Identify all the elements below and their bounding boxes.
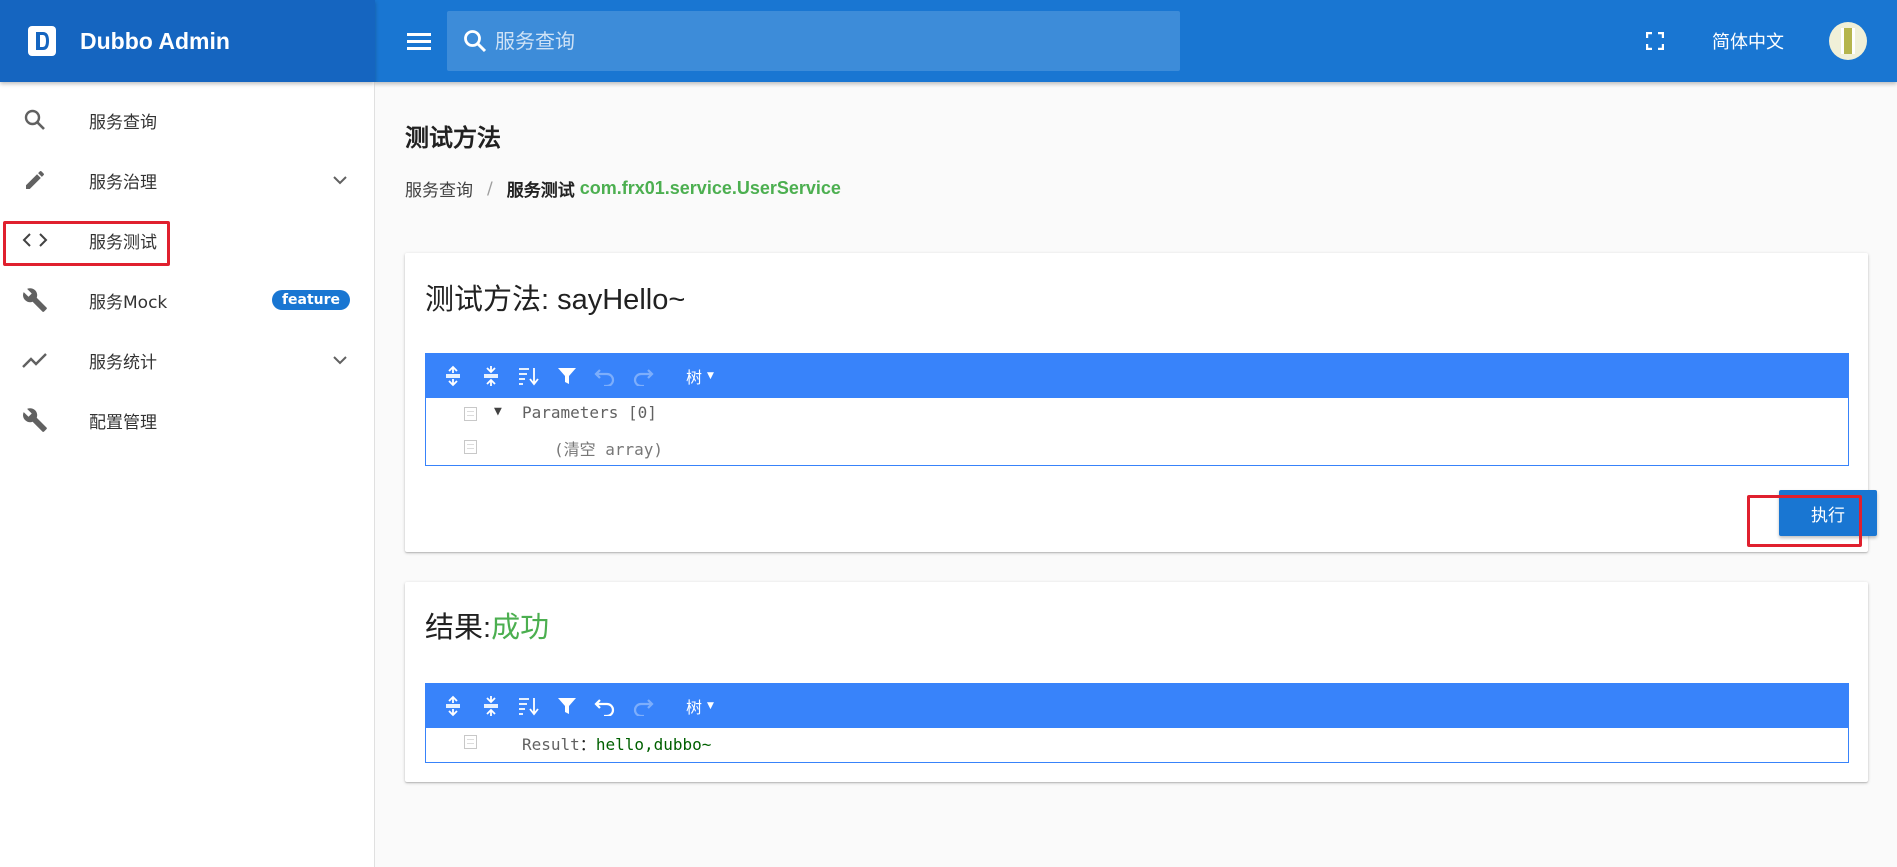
search-icon [464,30,487,53]
top-bar: Dubbo Admin 简体中文 [0,0,1897,82]
menu-toggle-button[interactable] [393,15,445,67]
sort-button[interactable] [510,358,548,394]
wrench-icon [22,287,48,313]
test-method-card: 测试方法: sayHello~ 树 ▼ ▼ Parameters [0] (清空… [405,253,1877,552]
collapse-all-icon [484,366,498,386]
filter-button[interactable] [548,358,586,394]
undo-button[interactable] [586,688,624,724]
search-box[interactable] [447,11,1180,71]
fullscreen-icon [1646,32,1664,50]
breadcrumb-separator: / [487,178,493,199]
search-icon [22,107,48,133]
expand-all-button[interactable] [434,688,472,724]
tree-field-parameters: Parameters [0] [522,403,657,422]
sidebar-item-label: 服务查询 [89,112,157,133]
brand-title: Dubbo Admin [80,27,230,54]
redo-icon [633,699,654,716]
execute-button[interactable]: 执行 [1779,490,1877,536]
collapse-all-icon [484,696,498,716]
sidebar-item-config-management[interactable]: 配置管理 [0,396,375,444]
redo-button[interactable] [624,688,662,724]
code-icon [22,227,48,253]
dubbo-logo-icon [28,26,56,56]
breadcrumb: 服务查询 / 服务测试 com.frx01.service.UserServic… [405,176,841,201]
result-card: 结果:成功 树 ▼ Result：hello,dubbo~ [405,582,1868,782]
expand-all-icon [446,365,460,387]
sidebar-item-service-governance[interactable]: 服务治理 [0,156,375,204]
sidebar-item-service-query[interactable]: 服务查询 [0,96,375,144]
undo-button[interactable] [586,358,624,394]
expand-all-button[interactable] [434,358,472,394]
redo-icon [633,369,654,386]
fullscreen-button[interactable] [1640,26,1670,56]
breadcrumb-service-name: com.frx01.service.UserService [579,178,841,198]
editor-mode-select[interactable]: 树 ▼ [686,694,714,718]
pencil-icon [22,167,48,193]
sort-button[interactable] [510,688,548,724]
sidebar-item-label: 服务Mock [89,292,168,313]
redo-button[interactable] [624,358,662,394]
result-field: Result：hello,dubbo~ [522,731,711,755]
expand-toggle-icon[interactable]: ▼ [494,404,502,419]
wrench-icon [22,407,48,433]
drag-handle-icon[interactable] [464,440,477,454]
collapse-all-button[interactable] [472,358,510,394]
sidebar-item-service-mock[interactable]: 服务Mock feature [0,276,375,324]
sort-icon [519,698,539,716]
tree-row-empty-array[interactable]: (清空 array) [426,431,1848,464]
filter-button[interactable] [548,688,586,724]
search-input[interactable] [495,29,1155,53]
page-title: 测试方法 [405,124,501,152]
chevron-down-icon[interactable] [330,170,350,190]
sidebar-item-label: 服务测试 [89,232,157,253]
result-colon: ： [579,735,596,754]
collapse-all-button[interactable] [472,688,510,724]
avatar-image [1841,28,1855,54]
tree-row-result[interactable]: Result：hello,dubbo~ [426,728,1848,761]
expand-all-icon [446,695,460,717]
undo-icon [594,369,615,386]
trend-icon [22,347,48,373]
app-bar: 简体中文 [375,0,1897,82]
editor-toolbar: 树 ▼ [426,354,1848,398]
sort-icon [519,368,539,386]
result-value: hello,dubbo~ [595,735,712,754]
editor-mode-label: 树 [686,698,703,717]
sidebar-item-service-test[interactable]: 服务测试 [0,216,375,264]
chevron-down-icon[interactable] [330,350,350,370]
sidebar-item-label: 服务统计 [89,352,157,373]
method-title: 测试方法: sayHello~ [425,284,686,316]
tree-empty-array-text: (清空 array) [554,440,664,459]
filter-icon [558,368,576,384]
result-json-editor[interactable]: 树 ▼ Result：hello,dubbo~ [425,683,1849,763]
sidebar: 服务查询 服务治理 服务测试 服务Mock feature 服务统计 配置管理 [0,82,375,867]
drag-handle-icon[interactable] [464,407,477,421]
caret-down-icon: ▼ [707,701,714,711]
editor-toolbar: 树 ▼ [426,684,1848,728]
brand: Dubbo Admin [0,0,375,82]
language-switch[interactable]: 简体中文 [1712,28,1784,54]
caret-down-icon: ▼ [707,371,714,381]
breadcrumb-current: 服务测试 [506,181,575,201]
editor-mode-label: 树 [686,368,703,387]
tree-row-parameters[interactable]: ▼ Parameters [0] [426,398,1848,431]
result-title: 结果:成功 [425,604,549,646]
undo-icon [594,699,615,716]
breadcrumb-link-service-query[interactable]: 服务查询 [405,176,473,201]
avatar[interactable] [1829,22,1867,60]
sidebar-item-label: 服务治理 [89,172,157,193]
result-status: 成功 [491,612,550,644]
feature-badge: feature [272,290,350,310]
drag-handle-icon[interactable] [464,735,477,749]
main-content: 测试方法 服务查询 / 服务测试 com.frx01.service.UserS… [376,82,1897,867]
result-key: Result [522,735,580,754]
sidebar-item-label: 配置管理 [89,412,157,433]
sidebar-item-service-stats[interactable]: 服务统计 [0,336,375,384]
editor-mode-select[interactable]: 树 ▼ [686,364,714,388]
result-title-prefix: 结果: [425,612,492,644]
params-json-editor[interactable]: 树 ▼ ▼ Parameters [0] (清空 array) [425,353,1849,466]
filter-icon [558,698,576,714]
hamburger-icon [407,33,431,50]
